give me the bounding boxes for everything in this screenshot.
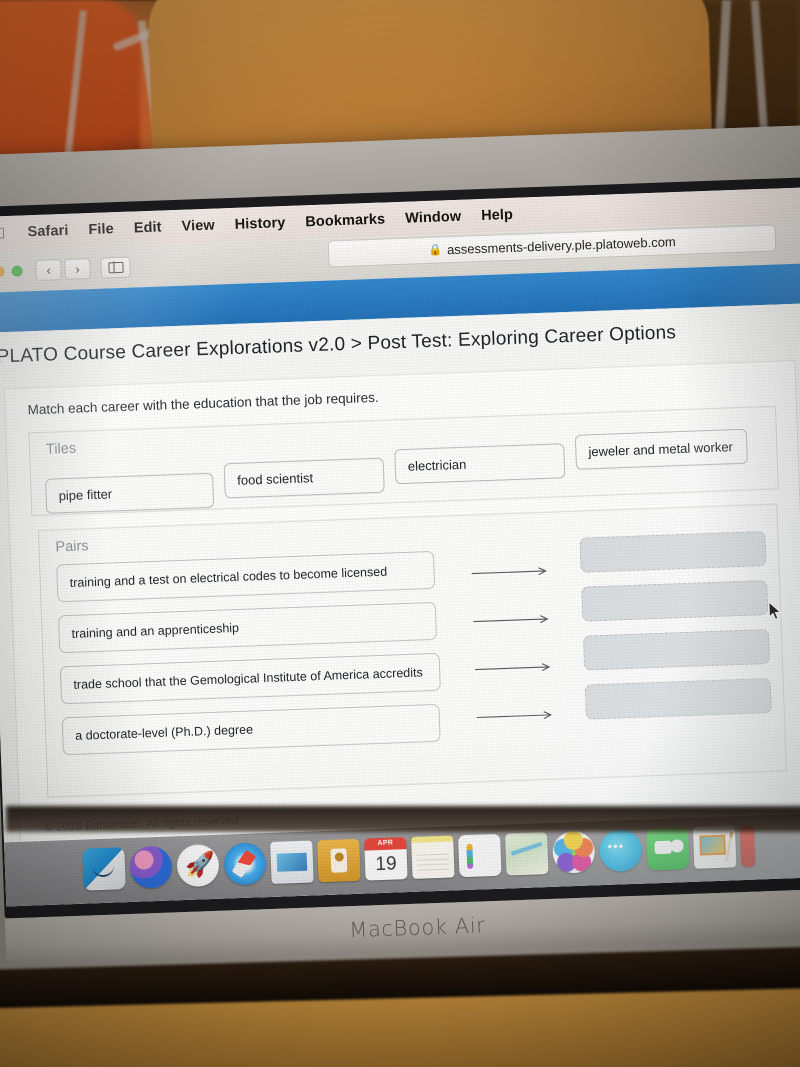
finder-icon[interactable] <box>82 846 126 891</box>
tiles-label: Tiles <box>45 440 77 458</box>
sidebar-toggle-icon[interactable] <box>100 256 131 279</box>
tile-jeweler-and-metal-worker[interactable]: jeweler and metal worker <box>574 428 748 470</box>
menu-item-edit[interactable]: Edit <box>134 219 162 236</box>
dropzone-2[interactable] <box>581 580 769 622</box>
forward-button[interactable]: › <box>64 257 91 280</box>
tile-food-scientist[interactable]: food scientist <box>223 457 385 499</box>
pair-prompt-electrical-codes[interactable]: training and a test on electrical codes … <box>56 550 436 603</box>
calendar-day: 19 <box>375 852 397 875</box>
arrow-icon <box>472 594 574 646</box>
laptop:  Safari File Edit View History Bookmark… <box>0 125 800 985</box>
menu-item-file[interactable]: File <box>88 221 114 238</box>
breadcrumb: PLATO Course Career Explorations v2.0 > … <box>0 322 677 368</box>
menu-item-view[interactable]: View <box>181 218 215 235</box>
launchpad-icon[interactable] <box>176 843 220 887</box>
screen-content:  Safari File Edit View History Bookmark… <box>0 187 800 907</box>
maps-icon[interactable] <box>505 831 549 876</box>
tile-electrician[interactable]: electrician <box>394 443 566 485</box>
photograph-of-laptop-screen:  Safari File Edit View History Bookmark… <box>0 0 800 1067</box>
pair-prompt-apprenticeship[interactable]: training and an apprenticeship <box>57 601 438 654</box>
url-text: assessments-delivery.ple.platoweb.com <box>446 234 676 258</box>
hinge-shadow <box>6 806 800 832</box>
calendar-icon[interactable]: APR 19 <box>364 836 408 881</box>
tiles-row: pipe fitter food scientist electrician j… <box>44 428 767 514</box>
pair-prompt-trade-school[interactable]: trade school that the Gemological Instit… <box>59 652 441 705</box>
pairs-label: Pairs <box>55 538 89 556</box>
pair-prompt-list: training and a test on electrical codes … <box>56 550 463 768</box>
menu-item-help[interactable]: Help <box>481 207 513 224</box>
arrow-icon <box>475 690 577 742</box>
arrow-column <box>470 546 577 741</box>
device-brand-label: MacBook Air <box>348 913 486 943</box>
safari-icon[interactable] <box>223 841 267 886</box>
question-prompt: Match each career with the education tha… <box>27 389 379 418</box>
dropzone-1[interactable] <box>579 531 767 573</box>
zoom-button[interactable] <box>11 264 23 277</box>
dropzone-4[interactable] <box>584 677 772 720</box>
pair-prompt-doctorate[interactable]: a doctorate-level (Ph.D.) degree <box>61 703 441 756</box>
dropzone-column <box>579 531 776 734</box>
window-traffic-lights <box>0 264 23 277</box>
tiles-section: Tiles pipe fitter food scientist electri… <box>28 405 779 517</box>
lock-icon: 🔒 <box>428 244 443 257</box>
notes-icon[interactable] <box>411 834 455 879</box>
back-button[interactable]: ‹ <box>35 258 62 281</box>
menu-item-history[interactable]: History <box>234 215 285 233</box>
arrow-icon <box>470 546 572 598</box>
mail-icon[interactable] <box>270 839 314 884</box>
dropzone-3[interactable] <box>582 628 771 671</box>
question-card: Match each career with the education tha… <box>3 359 800 848</box>
siri-icon[interactable] <box>129 845 173 889</box>
menu-item-window[interactable]: Window <box>405 209 462 227</box>
minimize-button[interactable] <box>0 265 5 277</box>
menu-item-bookmarks[interactable]: Bookmarks <box>305 211 385 230</box>
arrow-icon <box>473 642 575 694</box>
messages-icon[interactable] <box>598 828 643 872</box>
tile-pipe-fitter[interactable]: pipe fitter <box>45 472 215 514</box>
apple-logo-icon[interactable]:  <box>0 225 6 242</box>
menu-item-safari[interactable]: Safari <box>27 223 68 240</box>
pairs-section: Pairs training and a test on electrical … <box>37 503 787 798</box>
reminders-icon[interactable] <box>458 833 502 877</box>
facetime-icon[interactable] <box>645 826 690 870</box>
contacts-icon[interactable] <box>317 838 361 882</box>
photos-icon[interactable] <box>551 829 596 874</box>
